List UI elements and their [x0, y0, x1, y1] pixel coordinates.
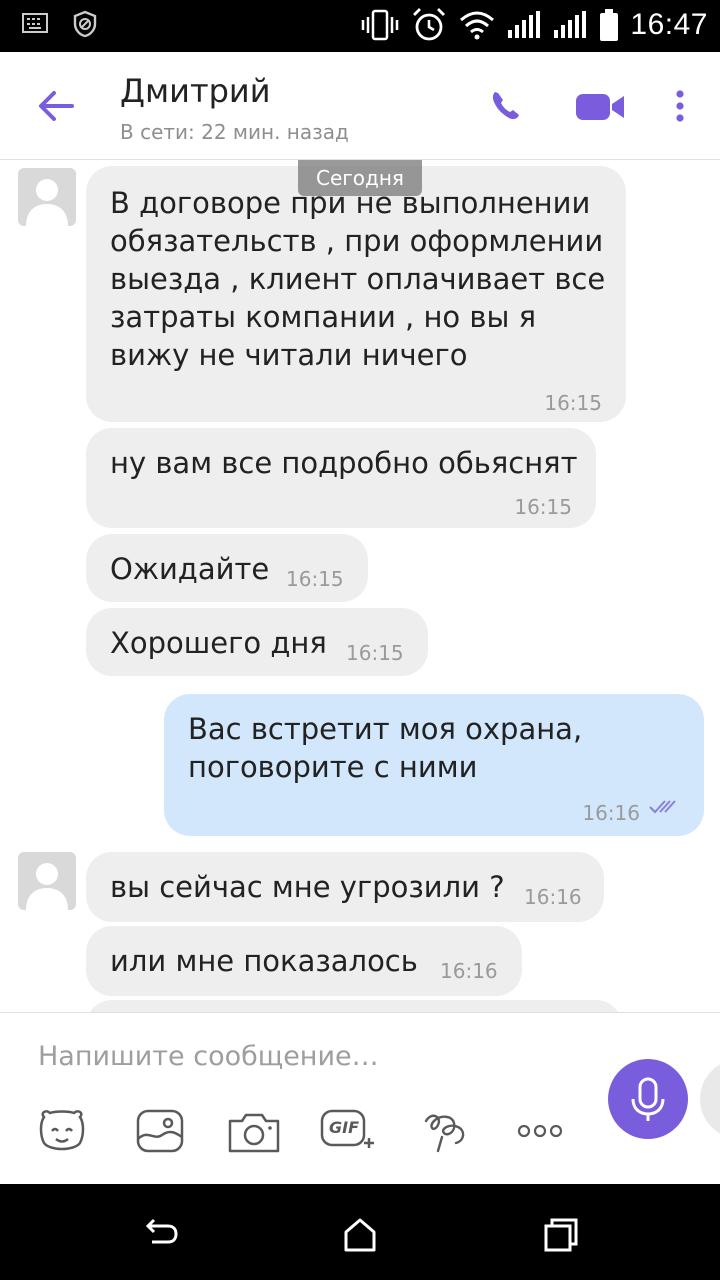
outgoing-message[interactable]: Вас встретит моя охрана, поговорите с ни… — [164, 694, 704, 836]
message-time: 16:15 — [514, 495, 572, 519]
status-bar-system: 16:47 — [360, 6, 708, 44]
date-separator: Сегодня — [298, 160, 422, 196]
message-text: В договоре при не выполнении обязательст… — [110, 186, 606, 372]
message-time: 16:16 — [440, 959, 498, 983]
incoming-message[interactable] — [86, 1000, 622, 1012]
user-placeholder-icon — [26, 863, 68, 910]
message-text: Хорошего дня — [110, 626, 327, 660]
message-text: или мне показалось — [110, 944, 418, 978]
message-time: 16:15 — [286, 567, 344, 591]
message-time: 16:16 — [524, 885, 582, 909]
status-bar: 16:47 — [0, 0, 720, 52]
vibrate-icon — [362, 9, 399, 41]
status-bar-notifications — [22, 10, 98, 38]
microphone-icon — [631, 1077, 665, 1121]
message-input[interactable]: Напишите сообщение… — [38, 1041, 558, 1072]
presence-status: В сети: 22 мин. назад — [120, 120, 349, 144]
avatar[interactable] — [18, 852, 76, 910]
gif-icon[interactable]: GIF — [320, 1107, 376, 1155]
phone-icon[interactable] — [486, 82, 526, 130]
keyboard-icon — [22, 13, 48, 33]
status-bar-time: 16:47 — [630, 8, 708, 41]
alarm-icon — [413, 8, 446, 41]
avatar[interactable] — [18, 168, 76, 226]
message-time: 16:15 — [544, 391, 602, 415]
sticker-icon[interactable] — [34, 1107, 90, 1155]
user-placeholder-icon — [26, 179, 68, 226]
incoming-message[interactable]: Ожидайте 16:15 — [86, 534, 368, 602]
home-icon[interactable] — [338, 1212, 382, 1256]
signal-icon — [508, 11, 541, 38]
incoming-message[interactable]: или мне показалось 16:16 — [86, 926, 522, 996]
wifi-icon — [460, 11, 495, 40]
message-text: Вас встретит моя охрана, поговорите с ни… — [188, 712, 583, 784]
system-nav-bar — [0, 1184, 720, 1280]
more-vertical-icon[interactable] — [670, 82, 690, 130]
message-list[interactable]: В договоре при не выполнении обязательст… — [0, 160, 720, 1012]
chat-header: Дмитрий В сети: 22 мин. назад — [0, 52, 720, 160]
secondary-action-button[interactable] — [700, 1059, 720, 1139]
incoming-message[interactable]: Хорошего дня 16:15 — [86, 608, 428, 676]
back-arrow-icon[interactable] — [32, 82, 80, 130]
gif-label: GIF — [329, 1118, 360, 1137]
video-camera-icon[interactable] — [574, 82, 628, 130]
camera-icon[interactable] — [226, 1107, 282, 1155]
doodle-icon[interactable] — [418, 1107, 474, 1155]
contact-name[interactable]: Дмитрий — [120, 72, 270, 110]
viber-chat-screen: 16:47 Дмитрий В сети: 22 мин. назад В до… — [0, 0, 720, 1280]
incoming-message[interactable]: ну вам все подробно обьяснят 16:15 — [86, 428, 596, 528]
message-time: 16:16 — [582, 801, 640, 825]
composer: Напишите сообщение… GIF — [0, 1012, 720, 1184]
message-text: ну вам все подробно обьяснят — [110, 446, 578, 480]
battery-icon — [600, 9, 619, 41]
message-text: вы сейчас мне угрозили ? — [110, 870, 505, 904]
gallery-icon[interactable] — [132, 1107, 188, 1155]
back-icon[interactable] — [138, 1212, 182, 1256]
double-check-icon — [649, 800, 676, 814]
message-time: 16:15 — [346, 641, 404, 665]
recents-icon[interactable] — [538, 1212, 582, 1256]
more-horizontal-icon[interactable] — [512, 1107, 568, 1155]
signal-icon — [554, 11, 587, 38]
incoming-message[interactable]: В договоре при не выполнении обязательст… — [86, 166, 626, 422]
voice-message-button[interactable] — [608, 1059, 688, 1139]
incoming-message[interactable]: вы сейчас мне угрозили ? 16:16 — [86, 852, 604, 922]
blocked-icon — [73, 10, 97, 38]
message-text: Ожидайте — [110, 552, 270, 586]
